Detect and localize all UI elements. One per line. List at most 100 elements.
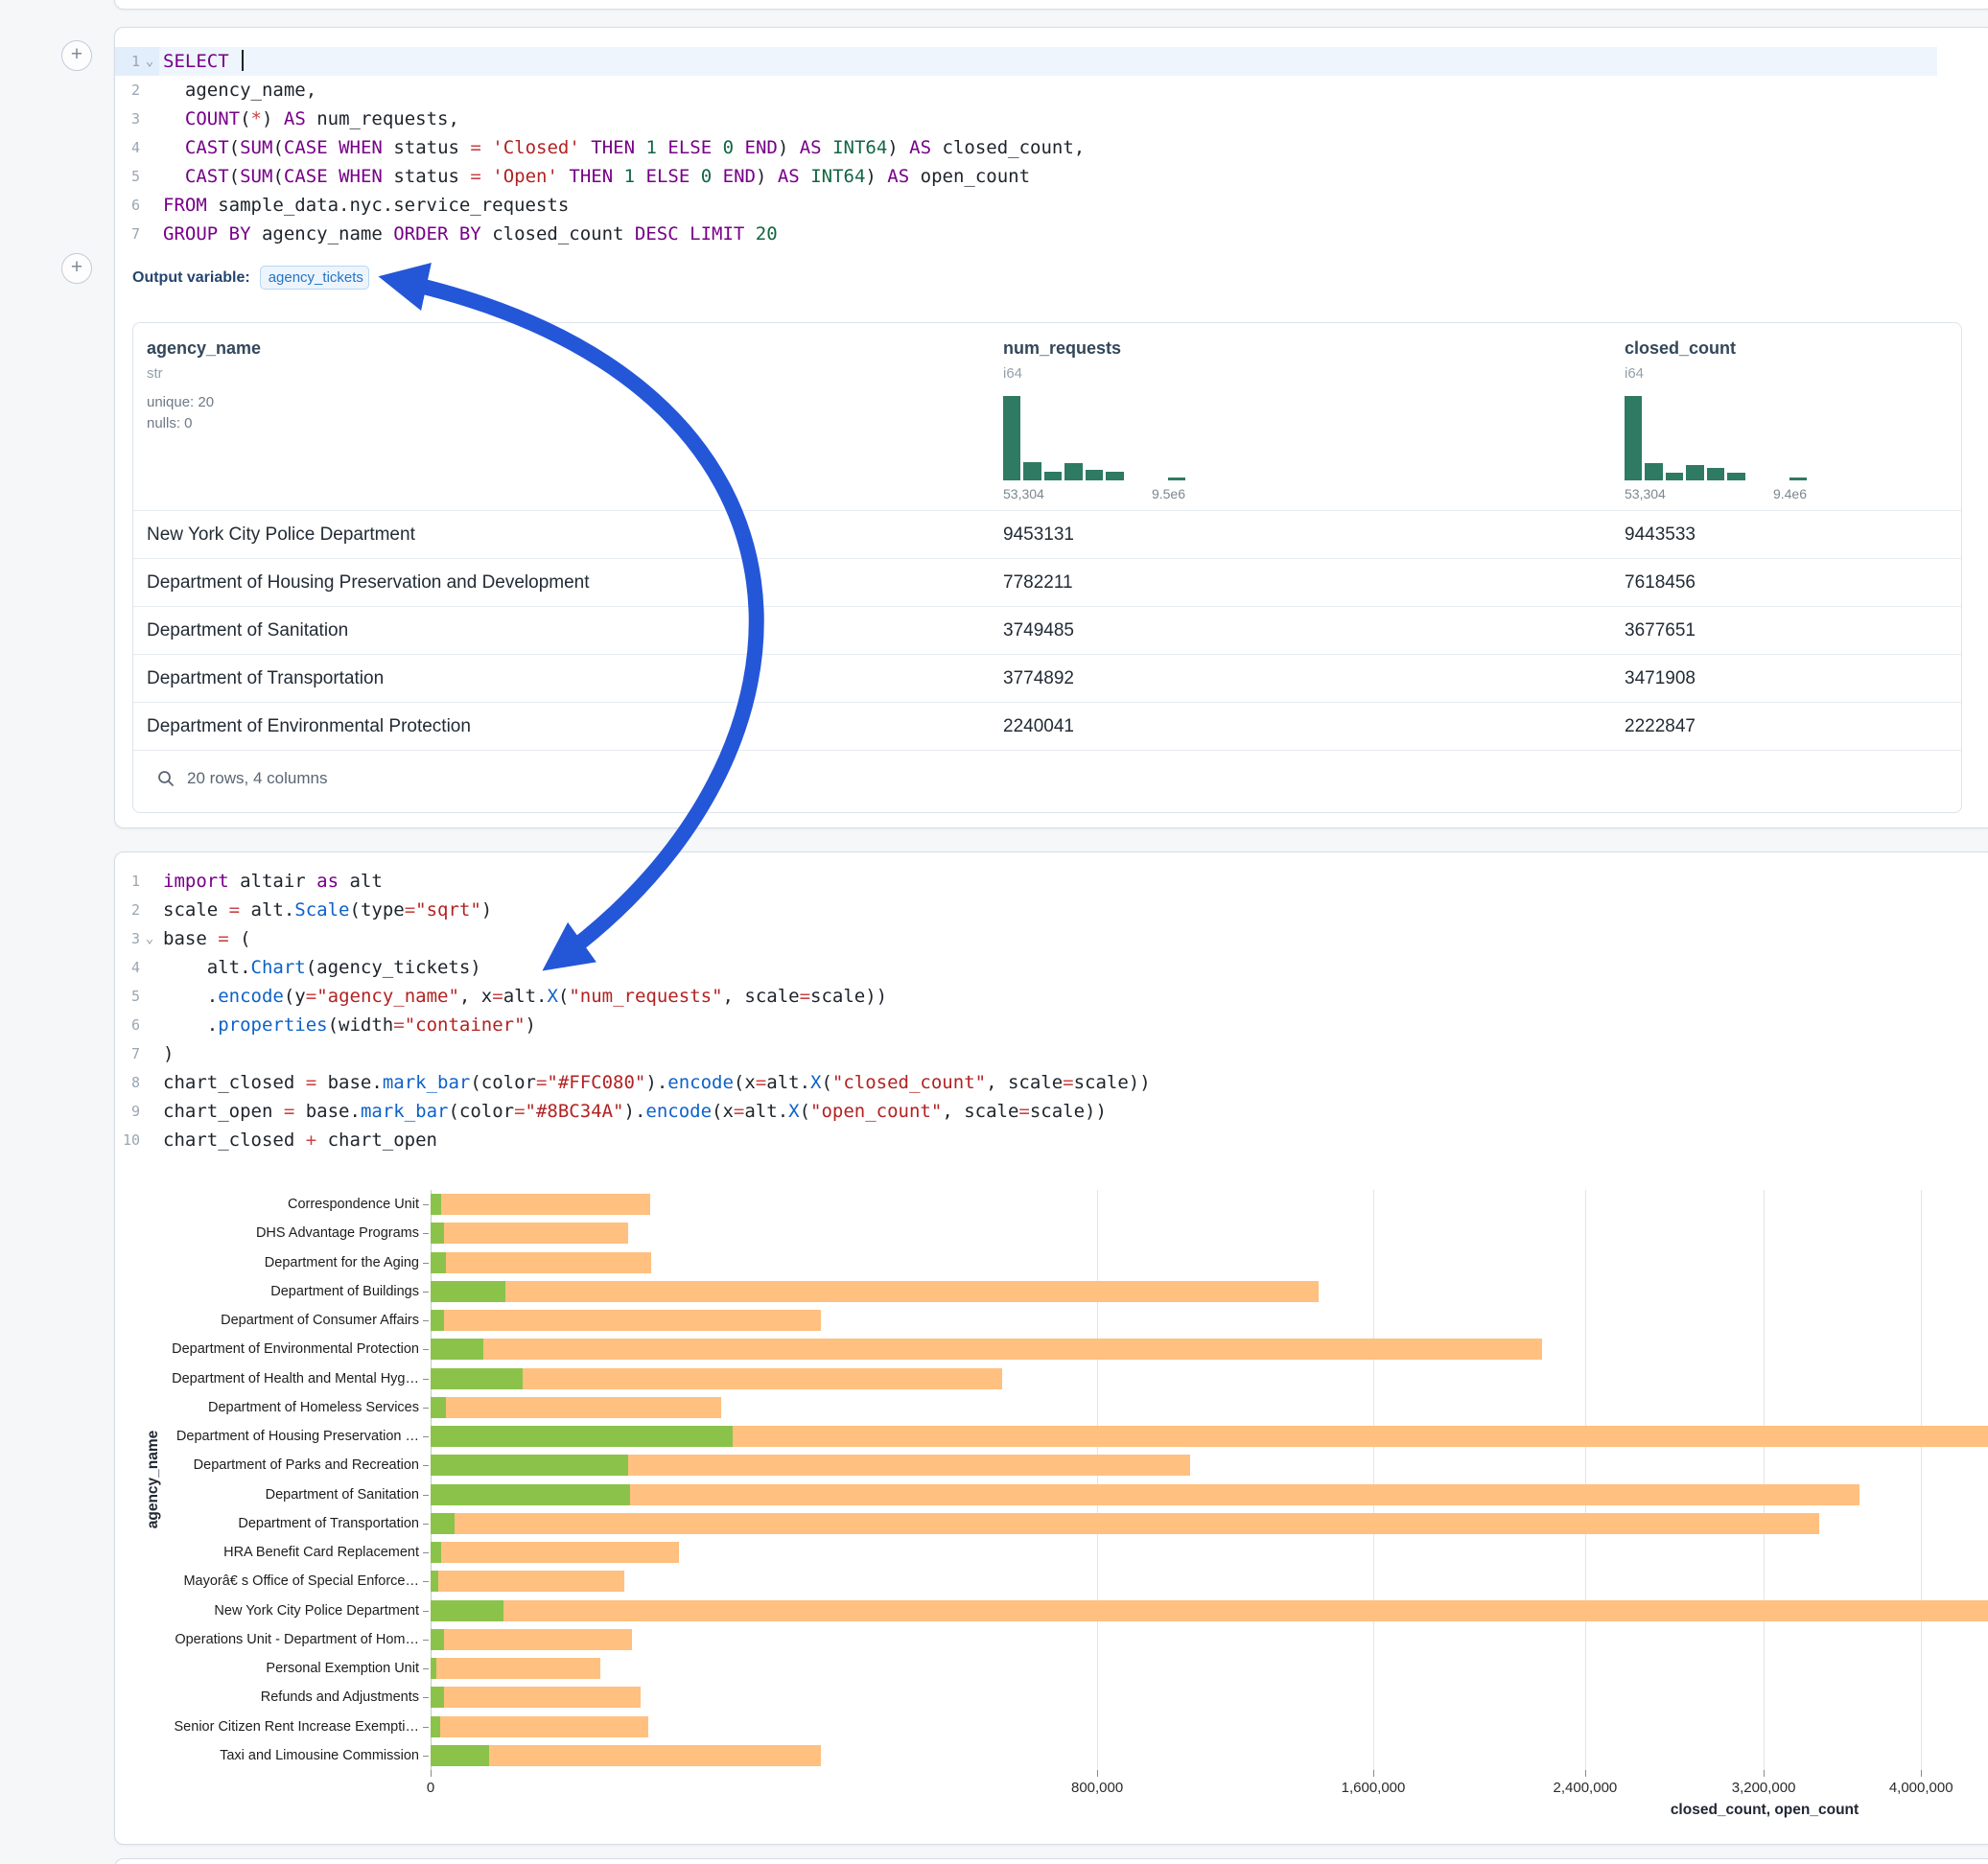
closed_count-bar <box>431 1571 624 1592</box>
open_count-bar <box>431 1368 523 1389</box>
open_count-bar <box>431 1310 444 1331</box>
histogram-bar <box>1645 463 1662 480</box>
closed_count-bar <box>431 1513 1819 1534</box>
previous-cell-partial <box>114 0 1988 10</box>
table-row[interactable]: Department of Sanitation37494853677651 <box>133 606 1961 654</box>
table-cell: 2240041 <box>1003 703 1074 750</box>
y-tick-label: HRA Benefit Card Replacement <box>223 1545 419 1560</box>
gridline <box>1373 1190 1374 1770</box>
notebook-canvas: + + 1⌄SELECT 2 agency_name,3 COUNT(*) AS… <box>0 0 1988 1864</box>
y-tick-label: Department of Buildings <box>270 1284 419 1299</box>
next-cell-partial <box>114 1858 1988 1864</box>
open_count-bar <box>431 1687 444 1708</box>
histogram-min-label: 53,304 <box>1625 486 1666 501</box>
column-histogram <box>1003 396 1185 480</box>
gridline <box>1585 1190 1586 1770</box>
y-tick-mark <box>423 1465 429 1466</box>
gridline <box>1921 1190 1922 1770</box>
add-cell-button[interactable]: + <box>61 40 92 71</box>
code-text: CAST(SUM(CASE WHEN status = 'Closed' THE… <box>163 133 1085 162</box>
open_count-bar <box>431 1194 441 1215</box>
code-line[interactable]: 7GROUP BY agency_name ORDER BY closed_co… <box>115 220 1937 248</box>
table-row[interactable]: Department of Transportation377489234719… <box>133 654 1961 702</box>
x-tick-mark <box>1373 1770 1374 1777</box>
y-tick-label: Department of Health and Mental Hyg… <box>172 1371 419 1386</box>
open_count-bar <box>431 1600 503 1621</box>
histogram-min-label: 53,304 <box>1003 486 1044 501</box>
column-header-agency-name[interactable]: agency_name <box>147 338 261 359</box>
fold-chevron-icon[interactable]: ⌄ <box>140 47 159 76</box>
open_count-bar <box>431 1455 628 1476</box>
y-tick-label: New York City Police Department <box>214 1603 419 1619</box>
column-header-closed-count[interactable]: closed_count <box>1625 338 1736 359</box>
column-type: i64 <box>1625 365 1644 382</box>
closed_count-bar <box>431 1745 821 1766</box>
table-cell: New York City Police Department <box>147 511 415 558</box>
y-tick-mark <box>423 1349 429 1350</box>
x-axis-title: closed_count, open_count <box>1458 1802 1988 1819</box>
histogram-max-label: 9.5e6 <box>1152 486 1185 501</box>
open_count-bar <box>431 1339 483 1360</box>
column-meta-nulls: nulls: 0 <box>147 415 193 431</box>
add-cell-button[interactable]: + <box>61 253 92 284</box>
histogram-bar <box>1003 396 1020 480</box>
closed_count-bar <box>431 1339 1542 1360</box>
x-tick-label: 0 <box>427 1780 434 1796</box>
table-cell: 3774892 <box>1003 655 1074 702</box>
closed_count-bar <box>431 1223 628 1244</box>
open_count-bar <box>431 1484 630 1505</box>
y-tick-mark <box>423 1320 429 1321</box>
code-line[interactable]: 4 CAST(SUM(CASE WHEN status = 'Closed' T… <box>115 133 1937 162</box>
histogram-bar <box>1106 472 1123 480</box>
y-tick-mark <box>423 1436 429 1437</box>
table-cell: 7782211 <box>1003 559 1073 606</box>
sql-code-editor[interactable]: 1⌄SELECT 2 agency_name,3 COUNT(*) AS num… <box>115 47 1937 248</box>
open_count-bar <box>431 1252 446 1273</box>
code-line[interactable]: 6FROM sample_data.nyc.service_requests <box>115 191 1937 220</box>
closed_count-bar <box>431 1397 721 1418</box>
code-text: GROUP BY agency_name ORDER BY closed_cou… <box>163 220 778 248</box>
column-header-num-requests[interactable]: num_requests <box>1003 338 1121 359</box>
table-row[interactable]: Department of Housing Preservation and D… <box>133 558 1961 606</box>
fold-chevron-icon <box>140 191 159 220</box>
line-number: 4 <box>115 133 140 162</box>
closed_count-bar <box>431 1281 1319 1302</box>
open_count-bar <box>431 1542 441 1563</box>
y-tick-mark <box>423 1204 429 1205</box>
search-icon[interactable] <box>156 769 175 788</box>
table-cell: 2222847 <box>1625 703 1696 750</box>
code-text: SELECT <box>163 47 244 76</box>
code-line[interactable]: 5 CAST(SUM(CASE WHEN status = 'Open' THE… <box>115 162 1937 191</box>
y-tick-label: Department of Homeless Services <box>208 1400 419 1415</box>
table-cell: 9443533 <box>1625 511 1696 558</box>
table-cell: 9453131 <box>1003 511 1074 558</box>
histogram-range-labels: 53,304 9.5e6 <box>1003 486 1185 501</box>
closed_count-bar <box>431 1658 600 1679</box>
table-cell: 3749485 <box>1003 607 1074 654</box>
table-body: New York City Police Department 9453131 94… <box>133 510 1961 751</box>
fold-chevron-icon <box>140 76 159 105</box>
y-tick-mark <box>423 1640 429 1641</box>
histogram-range-labels: 53,304 9.4e6 <box>1625 486 1807 501</box>
code-line[interactable]: 2 agency_name, <box>115 76 1937 105</box>
table-cell: 3677651 <box>1625 607 1696 654</box>
y-tick-mark <box>423 1727 429 1728</box>
closed_count-bar <box>431 1310 821 1331</box>
table-row[interactable]: Department of Environmental Protection22… <box>133 702 1961 750</box>
code-line[interactable]: 3 COUNT(*) AS num_requests, <box>115 105 1937 133</box>
code-line[interactable]: 1⌄SELECT <box>115 47 1937 76</box>
y-tick-mark <box>423 1581 429 1582</box>
column-meta-unique: unique: 20 <box>147 394 214 410</box>
x-tick-mark <box>431 1770 432 1777</box>
x-tick-mark <box>1921 1770 1922 1777</box>
x-tick-label: 2,400,000 <box>1554 1780 1618 1796</box>
y-tick-label: Correspondence Unit <box>288 1197 419 1212</box>
output-variable-chip[interactable]: agency_tickets <box>260 266 369 290</box>
code-text: COUNT(*) AS num_requests, <box>163 105 459 133</box>
table-row[interactable]: New York City Police Department 9453131 94… <box>133 510 1961 558</box>
y-tick-label: DHS Advantage Programs <box>256 1225 419 1241</box>
x-tick-label: 4,000,000 <box>1889 1780 1953 1796</box>
chart-plot-area <box>431 1190 1988 1770</box>
table-cell: Department of Housing Preservation and D… <box>147 559 590 606</box>
y-tick-label: Department of Sanitation <box>266 1487 419 1503</box>
